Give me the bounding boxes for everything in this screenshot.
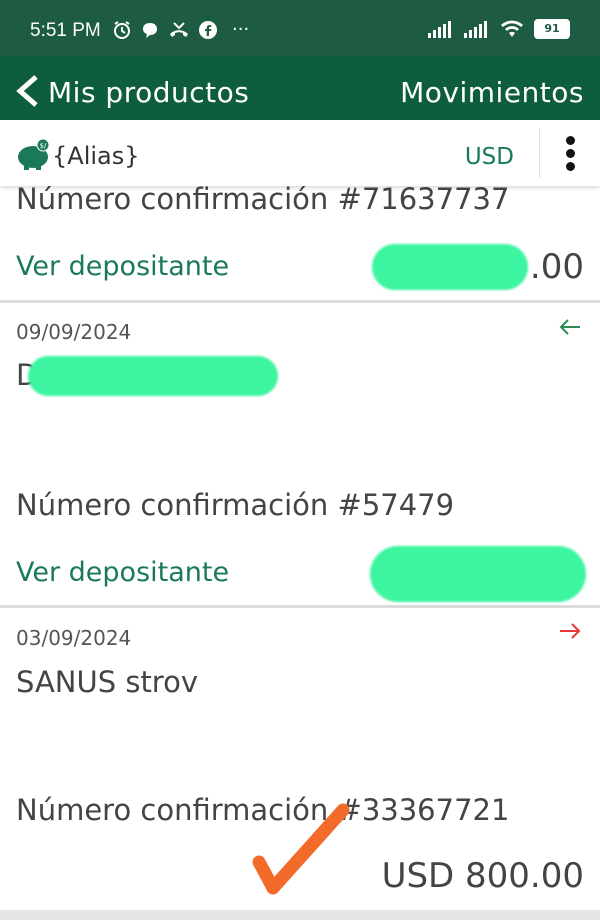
incoming-arrow-icon: [559, 319, 580, 335]
view-depositor-link[interactable]: Ver depositante: [16, 251, 229, 282]
confirmation-number: Número confirmación #57479: [16, 488, 455, 522]
redaction-mark: [28, 356, 278, 396]
status-bar: 5:51 PM ··· 91: [0, 0, 600, 56]
bottom-strip: [0, 910, 600, 920]
svg-text:$/: $/: [40, 142, 47, 150]
facebook-icon: [199, 20, 217, 39]
account-alias: {Alias}: [52, 142, 140, 170]
system-icons: 91: [428, 19, 570, 39]
piggy-bank-icon: $/: [18, 138, 50, 170]
view-depositor-link[interactable]: Ver depositante: [16, 557, 229, 588]
confirmation-number: Número confirmación #71637737: [16, 182, 510, 216]
transaction-amount: USD 800.00: [381, 856, 584, 896]
redaction-mark: [372, 244, 528, 290]
back-arrow-icon[interactable]: [12, 74, 42, 108]
notification-icons: ···: [112, 19, 249, 40]
more-notifications-icon: ···: [232, 19, 250, 40]
wifi-icon: [501, 20, 523, 37]
more-options-icon[interactable]: [560, 134, 580, 176]
outgoing-arrow-icon: [560, 623, 581, 639]
movements-title: Movimientos: [400, 76, 584, 109]
signal-icon-2: [464, 21, 487, 38]
transaction-date: 03/09/2024: [16, 626, 132, 650]
transaction-name: SANUS strov: [16, 665, 199, 699]
transaction-amount: .00: [529, 247, 584, 287]
missed-call-icon: [170, 21, 188, 37]
account-bar: $/ {Alias} USD: [0, 120, 600, 186]
redaction-mark: [370, 546, 586, 602]
signal-icon: [428, 21, 451, 38]
transaction-date: 09/09/2024: [16, 320, 132, 344]
list-divider: [0, 605, 600, 608]
checkmark-annotation-icon: [252, 803, 350, 895]
menu-divider: [539, 128, 540, 178]
chat-bubble-icon: [143, 22, 157, 38]
status-time: 5:51 PM: [30, 20, 101, 41]
page-title[interactable]: Mis productos: [48, 76, 249, 109]
currency-label: USD: [464, 144, 514, 170]
app-bar: Mis productos Movimientos: [0, 56, 600, 120]
list-divider: [0, 300, 600, 303]
battery-indicator: 91: [534, 19, 570, 39]
alarm-icon: [114, 20, 130, 39]
